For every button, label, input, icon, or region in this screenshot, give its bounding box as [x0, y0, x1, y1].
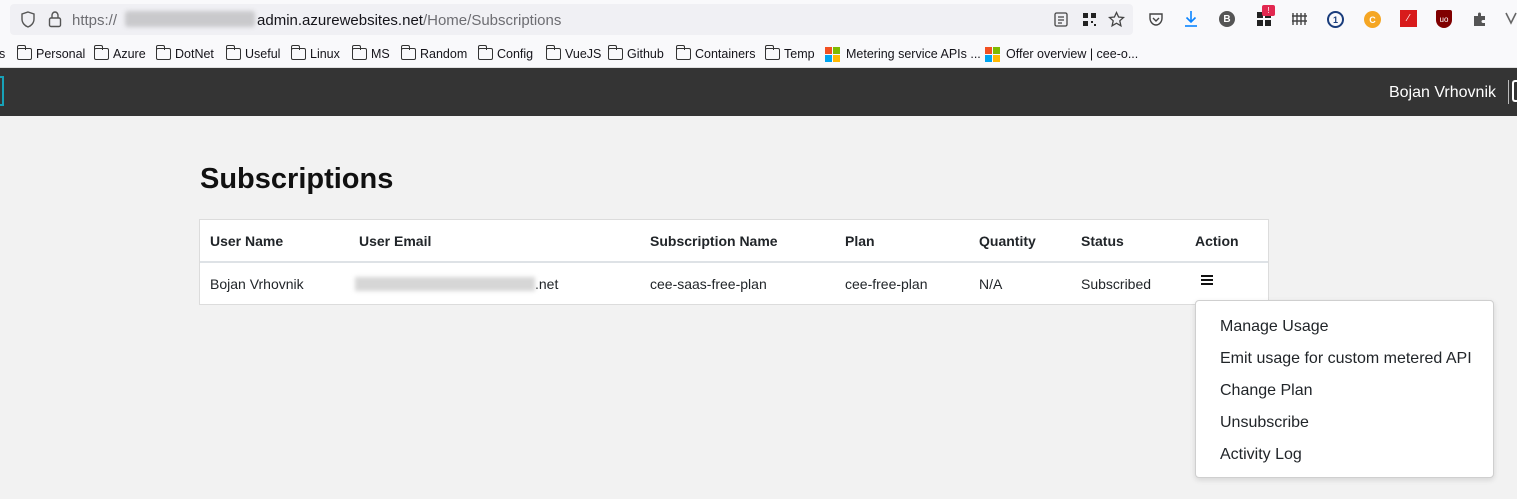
- bookmark-label: Github: [627, 47, 664, 61]
- bookmarks-bar: s Personal Azure DotNet Useful Linux MS …: [0, 40, 1517, 68]
- extension-c-icon[interactable]: C: [1364, 11, 1381, 28]
- subscriptions-table: User Name User Email Subscription Name P…: [199, 219, 1269, 305]
- url-text[interactable]: https:// admin.azurewebsites.net/Home/Sub…: [72, 11, 561, 29]
- cell-user-email: .net: [349, 262, 640, 304]
- bookmark-label: Config: [497, 47, 534, 61]
- brand-logo[interactable]: [0, 76, 4, 106]
- cell-quantity: N/A: [979, 275, 1003, 292]
- bookmark-github[interactable]: Github: [607, 44, 664, 64]
- extension-puzzle-icon[interactable]: [1471, 10, 1489, 28]
- folder-icon: [93, 45, 109, 60]
- address-bar[interactable]: https:// admin.azurewebsites.net/Home/Sub…: [10, 4, 1133, 35]
- bookmark-ms[interactable]: MS: [351, 44, 390, 64]
- bookmark-azure[interactable]: Azure: [93, 44, 146, 64]
- table-header-row: User Name User Email Subscription Name P…: [200, 220, 1268, 263]
- bookmark-linux[interactable]: Linux: [290, 44, 340, 64]
- bookmark-label: Personal: [36, 47, 86, 61]
- logout-icon[interactable]: [1512, 80, 1517, 102]
- column-header-action: Action: [1185, 220, 1268, 263]
- bookmark-label: VueJS: [565, 47, 602, 61]
- column-header-user-name: User Name: [200, 220, 349, 263]
- bookmark-containers[interactable]: Containers: [675, 44, 756, 64]
- column-header-quantity: Quantity: [969, 220, 1071, 263]
- bookmark-label: Metering service APIs ...: [846, 47, 981, 61]
- extension-red-icon[interactable]: ⁄: [1400, 10, 1417, 27]
- folder-icon: [400, 45, 416, 60]
- url-scheme: https://: [72, 12, 118, 29]
- reader-view-icon[interactable]: [1054, 12, 1068, 27]
- page-title: Subscriptions: [200, 163, 394, 195]
- download-icon[interactable]: [1183, 10, 1199, 28]
- bookmark-label: Offer overview | cee-o...: [1006, 47, 1139, 61]
- bookmark-label: Linux: [310, 47, 340, 61]
- cell-subscription-name: cee-saas-free-plan: [650, 275, 767, 292]
- ublock-icon[interactable]: uo: [1436, 10, 1452, 28]
- action-dropdown-menu: Manage Usage Emit usage for custom meter…: [1195, 300, 1494, 478]
- cell-plan: cee-free-plan: [845, 275, 928, 292]
- bookmark-vuejs[interactable]: VueJS: [545, 44, 602, 64]
- browser-toolbar: https:// admin.azurewebsites.net/Home/Sub…: [0, 0, 1517, 40]
- blurred-host: [125, 11, 256, 27]
- folder-icon: [675, 45, 691, 60]
- bookmark-label: Useful: [245, 47, 281, 61]
- lock-icon[interactable]: [47, 10, 63, 28]
- folder-icon: [545, 45, 561, 60]
- navbar-user-name[interactable]: Bojan Vrhovnik: [1389, 84, 1496, 102]
- bookmark-metering-apis[interactable]: Metering service APIs ...: [825, 44, 981, 64]
- folder-icon: [351, 45, 367, 60]
- bookmark-offer-overview[interactable]: Offer overview | cee-o...: [985, 44, 1138, 64]
- microsoft-logo-icon: [985, 46, 1000, 62]
- cell-user-name: Bojan Vrhovnik: [210, 275, 304, 292]
- hamburger-menu-icon[interactable]: [1201, 274, 1213, 285]
- extension-fence-icon[interactable]: [1291, 11, 1308, 26]
- folder-icon: [16, 45, 32, 60]
- folder-icon: [155, 45, 171, 60]
- microsoft-logo-icon: [825, 46, 840, 62]
- bookmark-label: Random: [420, 47, 468, 61]
- bookmark-config[interactable]: Config: [477, 44, 534, 64]
- column-header-status: Status: [1071, 220, 1185, 263]
- folder-icon: [225, 45, 241, 60]
- bookmark-label: Azure: [113, 47, 146, 61]
- cell-action: [1185, 262, 1268, 304]
- column-header-subscription-name: Subscription Name: [640, 220, 835, 263]
- extension-badge: !: [1262, 5, 1275, 16]
- folder-icon: [764, 45, 780, 60]
- menu-item-manage-usage[interactable]: Manage Usage: [1220, 318, 1329, 336]
- menu-item-unsubscribe[interactable]: Unsubscribe: [1220, 414, 1309, 432]
- url-path: /Home/Subscriptions: [422, 12, 562, 29]
- column-header-plan: Plan: [835, 220, 969, 263]
- password-manager-icon[interactable]: 1: [1327, 11, 1344, 28]
- chevron-down-icon[interactable]: [1505, 11, 1517, 25]
- cell-status: Subscribed: [1081, 275, 1152, 292]
- shield-icon[interactable]: [20, 11, 36, 28]
- bookmark-label: DotNet: [175, 47, 214, 61]
- qr-code-icon[interactable]: [1082, 12, 1097, 27]
- navbar-divider: [1508, 80, 1509, 104]
- bookmark-star-icon[interactable]: [1108, 11, 1125, 28]
- folder-icon: [607, 45, 623, 60]
- extension-b-icon[interactable]: B: [1219, 11, 1235, 27]
- app-navbar: Bojan Vrhovnik: [0, 68, 1517, 116]
- folder-icon: [290, 45, 306, 60]
- url-host: admin.azurewebsites.net: [257, 12, 423, 29]
- menu-item-emit-usage[interactable]: Emit usage for custom metered API: [1220, 350, 1472, 368]
- bookmark-random[interactable]: Random: [400, 44, 468, 64]
- bookmark-label: Temp: [784, 47, 815, 61]
- blurred-email: [355, 276, 535, 291]
- bookmark-label: Containers: [695, 47, 756, 61]
- bookmark-personal[interactable]: Personal: [16, 44, 86, 64]
- bookmark-temp[interactable]: Temp: [764, 44, 815, 64]
- column-header-user-email: User Email: [349, 220, 640, 263]
- email-suffix: .net: [535, 275, 559, 292]
- bookmark-dotnet[interactable]: DotNet: [155, 44, 214, 64]
- menu-item-activity-log[interactable]: Activity Log: [1220, 446, 1302, 464]
- bookmark-label: MS: [371, 47, 390, 61]
- table-row: Bojan Vrhovnik .net cee-saas-free-plan c…: [200, 262, 1268, 304]
- bookmark-useful[interactable]: Useful: [225, 44, 281, 64]
- menu-item-change-plan[interactable]: Change Plan: [1220, 382, 1313, 400]
- folder-icon: [477, 45, 493, 60]
- bookmark-overflow[interactable]: s: [0, 44, 5, 64]
- pocket-icon[interactable]: [1148, 11, 1164, 27]
